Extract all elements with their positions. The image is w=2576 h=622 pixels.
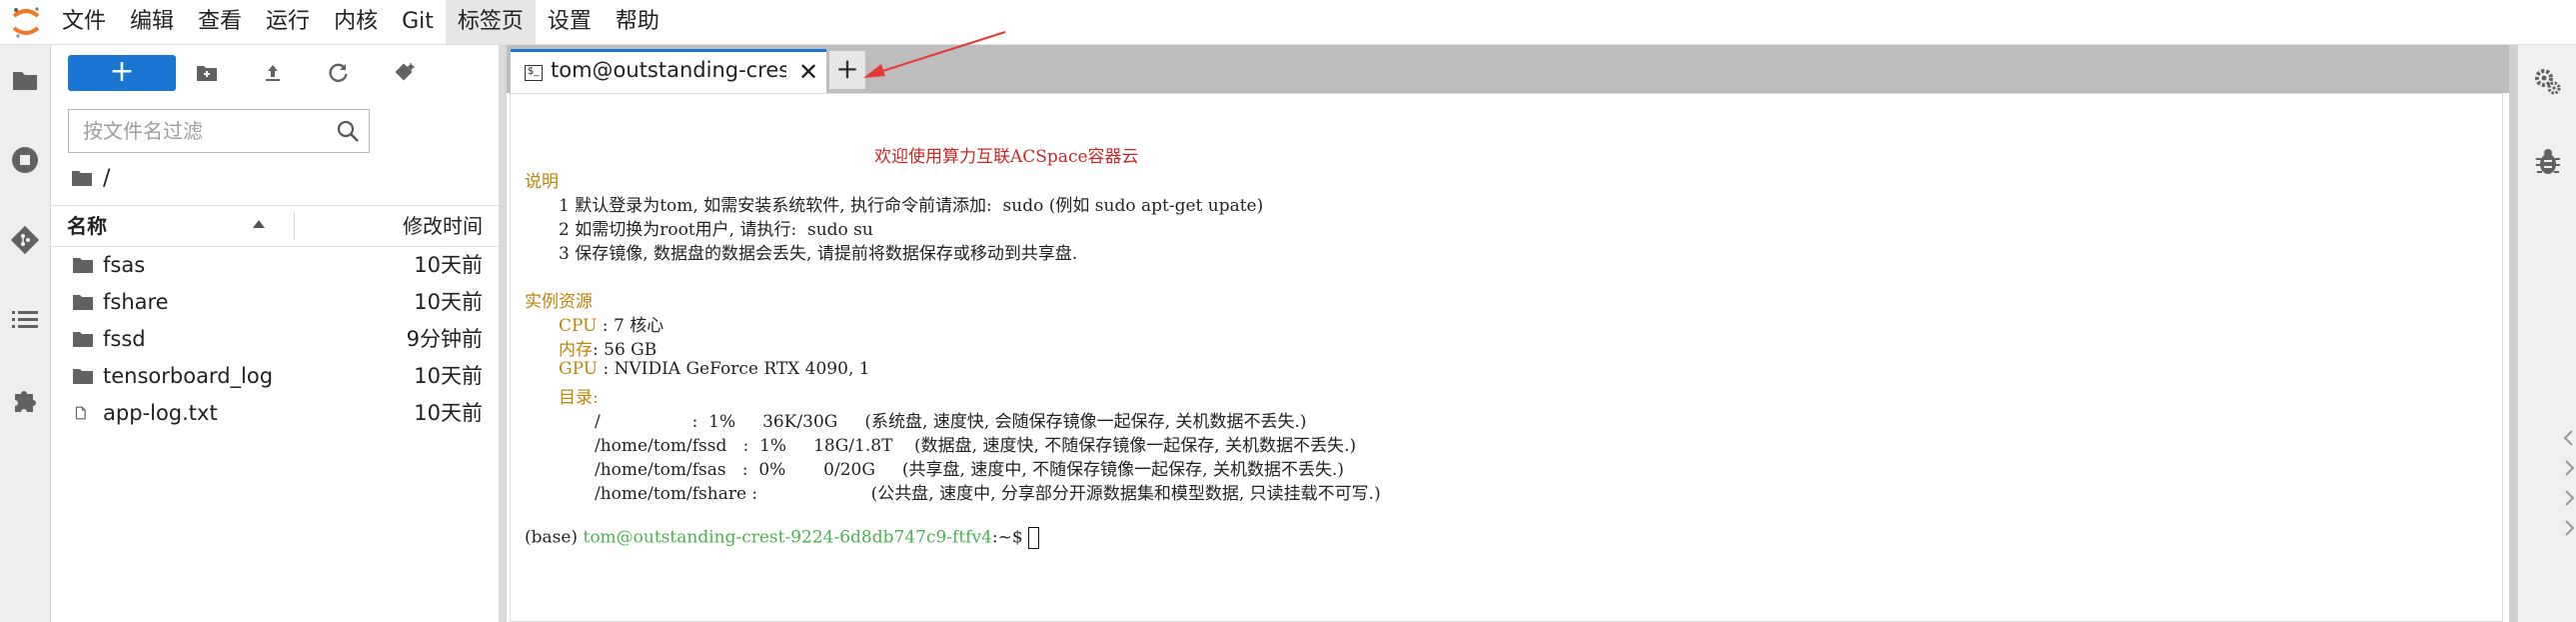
folder-icon (73, 295, 93, 310)
upload-icon[interactable] (257, 57, 289, 89)
panel-splitter[interactable] (499, 45, 507, 622)
menu-run[interactable]: 运行 (254, 0, 322, 44)
folder-icon (73, 369, 93, 384)
file-row[interactable]: fshare 10天前 (51, 284, 499, 321)
sort-ascending-icon (253, 220, 265, 228)
breadcrumb-folder-icon[interactable] (71, 169, 93, 187)
menu-git[interactable]: Git (390, 0, 446, 44)
cpu-line: CPU : 7 核心 (559, 311, 663, 336)
menu-help[interactable]: 帮助 (604, 0, 671, 44)
refresh-icon[interactable] (323, 57, 355, 89)
chevron-right-icon[interactable] (2562, 459, 2576, 477)
intro-heading: 说明 (525, 172, 559, 192)
mem-line: 内存: 56 GB (559, 335, 656, 360)
prompt-line: (base) tom@outstanding-crest-9224-6d8db7… (525, 527, 1040, 549)
file-filter (68, 109, 370, 153)
intro-line: 1 默认登录为tom, 如需安装系统软件, 执行命令前请添加: sudo (例如… (559, 196, 1264, 216)
folder-icon[interactable] (8, 63, 42, 97)
dir-line: /home/tom/fssd : 1% 18G/1.8T (数据盘, 速度快, … (595, 436, 1357, 456)
terminal[interactable]: 欢迎使用算力互联ACSpace容器云 说明 1 默认登录为tom, 如需安装系统… (510, 93, 2503, 622)
property-inspector-icon[interactable] (2533, 67, 2563, 97)
file-name: tensorboard_log (103, 364, 274, 388)
git-clone-icon[interactable] (389, 57, 421, 89)
annotation-arrow (863, 31, 1006, 78)
cpu-value: : 7 核心 (602, 316, 664, 336)
menu-file[interactable]: 文件 (50, 0, 118, 44)
mem-label: 内存 (559, 340, 593, 360)
tab-terminal-label: tom@outstanding-crest-92 (551, 58, 786, 82)
file-modified: 10天前 (414, 253, 483, 277)
file-name: fssd (103, 327, 146, 351)
new-launcher-button[interactable]: + (68, 55, 176, 91)
debugger-icon[interactable] (2533, 147, 2563, 177)
intro-line: 2 如需切换为root用户, 请执行: sudo su (559, 220, 873, 240)
dir-label: 目录: (559, 388, 599, 408)
file-modified: 9分钟前 (406, 327, 483, 351)
dir-line: / : 1% 36K/30G (系统盘, 速度快, 会随保存镜像一起保存, 关机… (595, 412, 1307, 432)
file-browser: + / 名称 修改时间 fsas 10天前 fshare 10天前 fssd 9… (51, 45, 500, 622)
chevron-right-icon[interactable] (2562, 519, 2576, 537)
file-modified: 10天前 (414, 364, 483, 388)
search-icon (337, 120, 359, 142)
dir-line: /home/tom/fsas : 0% 0/20G (共享盘, 速度中, 不随保… (595, 460, 1345, 480)
file-row[interactable]: fssd 9分钟前 (51, 321, 499, 358)
menu-tabs[interactable]: 标签页 (445, 0, 536, 44)
tab-terminal[interactable]: $_ tom@outstanding-crest-92 ✕ (511, 49, 826, 93)
close-icon[interactable]: ✕ (796, 58, 820, 86)
gpu-label: GPU (559, 359, 599, 379)
folder-icon (73, 332, 93, 347)
breadcrumb-root[interactable]: / (103, 166, 110, 191)
file-row[interactable]: app-log.txt 10天前 (51, 395, 499, 432)
terminal-area: 欢迎使用算力互联ACSpace容器云 说明 1 默认登录为tom, 如需安装系统… (507, 93, 2509, 622)
extension-icon[interactable] (8, 383, 42, 417)
cpu-label: CPU (559, 316, 598, 336)
chevron-left-icon[interactable] (2562, 429, 2576, 447)
text-file-icon (75, 406, 86, 420)
activity-bar (0, 45, 51, 622)
file-list-header: 名称 修改时间 (51, 205, 499, 247)
menu-items: 文件 编辑 查看 运行 内核 Git 标签页 设置 帮助 (50, 0, 671, 44)
terminal-icon: $_ (525, 65, 543, 81)
gpu-line: GPU : NVIDIA GeForce RTX 4090, 1 (559, 359, 870, 379)
jupyter-logo-icon[interactable] (8, 4, 44, 40)
column-name-header[interactable]: 名称 (67, 206, 107, 246)
column-divider[interactable] (294, 212, 295, 240)
prompt-tail: :~$ (991, 527, 1029, 548)
prompt-env: (base) (525, 527, 584, 548)
prompt-host: tom@outstanding-crest-9224-6d8db747c9-ft… (583, 527, 992, 548)
menu-view[interactable]: 查看 (186, 0, 254, 44)
new-folder-icon[interactable] (191, 57, 223, 89)
menu-bar: 文件 编辑 查看 运行 内核 Git 标签页 设置 帮助 (0, 0, 2576, 45)
filter-input[interactable] (81, 110, 335, 152)
dir-line: /home/tom/fshare : (公共盘, 速度中, 分享部分开源数据集和… (595, 484, 1381, 504)
menu-edit[interactable]: 编辑 (118, 0, 186, 44)
chevron-right-icon[interactable] (2562, 489, 2576, 507)
intro-line: 3 保存镜像, 数据盘的数据会丢失, 请提前将数据保存或移动到共享盘. (559, 244, 1078, 264)
right-sidebar (2517, 45, 2576, 622)
file-row[interactable]: fsas 10天前 (51, 247, 499, 284)
gpu-value: : NVIDIA GeForce RTX 4090, 1 (603, 359, 870, 379)
right-splitter[interactable] (2509, 45, 2517, 622)
resources-heading: 实例资源 (525, 292, 593, 312)
toc-icon[interactable] (8, 303, 42, 337)
file-name: fsas (103, 253, 146, 277)
welcome-text: 欢迎使用算力互联ACSpace容器云 (874, 147, 1139, 167)
main-tab-bar: $_ tom@outstanding-crest-92 ✕ + (507, 45, 2509, 93)
file-row[interactable]: tensorboard_log 10天前 (51, 358, 499, 395)
menu-settings[interactable]: 设置 (536, 0, 604, 44)
menu-kernel[interactable]: 内核 (322, 0, 390, 44)
file-name: fshare (103, 290, 169, 314)
running-icon[interactable] (8, 143, 42, 177)
terminal-cursor (1028, 527, 1040, 549)
git-icon[interactable] (8, 223, 42, 257)
breadcrumb: / (71, 163, 110, 193)
file-modified: 10天前 (414, 401, 483, 425)
file-modified: 10天前 (414, 290, 483, 314)
mem-value: : 56 GB (593, 340, 657, 360)
folder-icon (73, 258, 93, 273)
column-modified-header[interactable]: 修改时间 (403, 206, 483, 246)
file-name: app-log.txt (103, 401, 218, 425)
